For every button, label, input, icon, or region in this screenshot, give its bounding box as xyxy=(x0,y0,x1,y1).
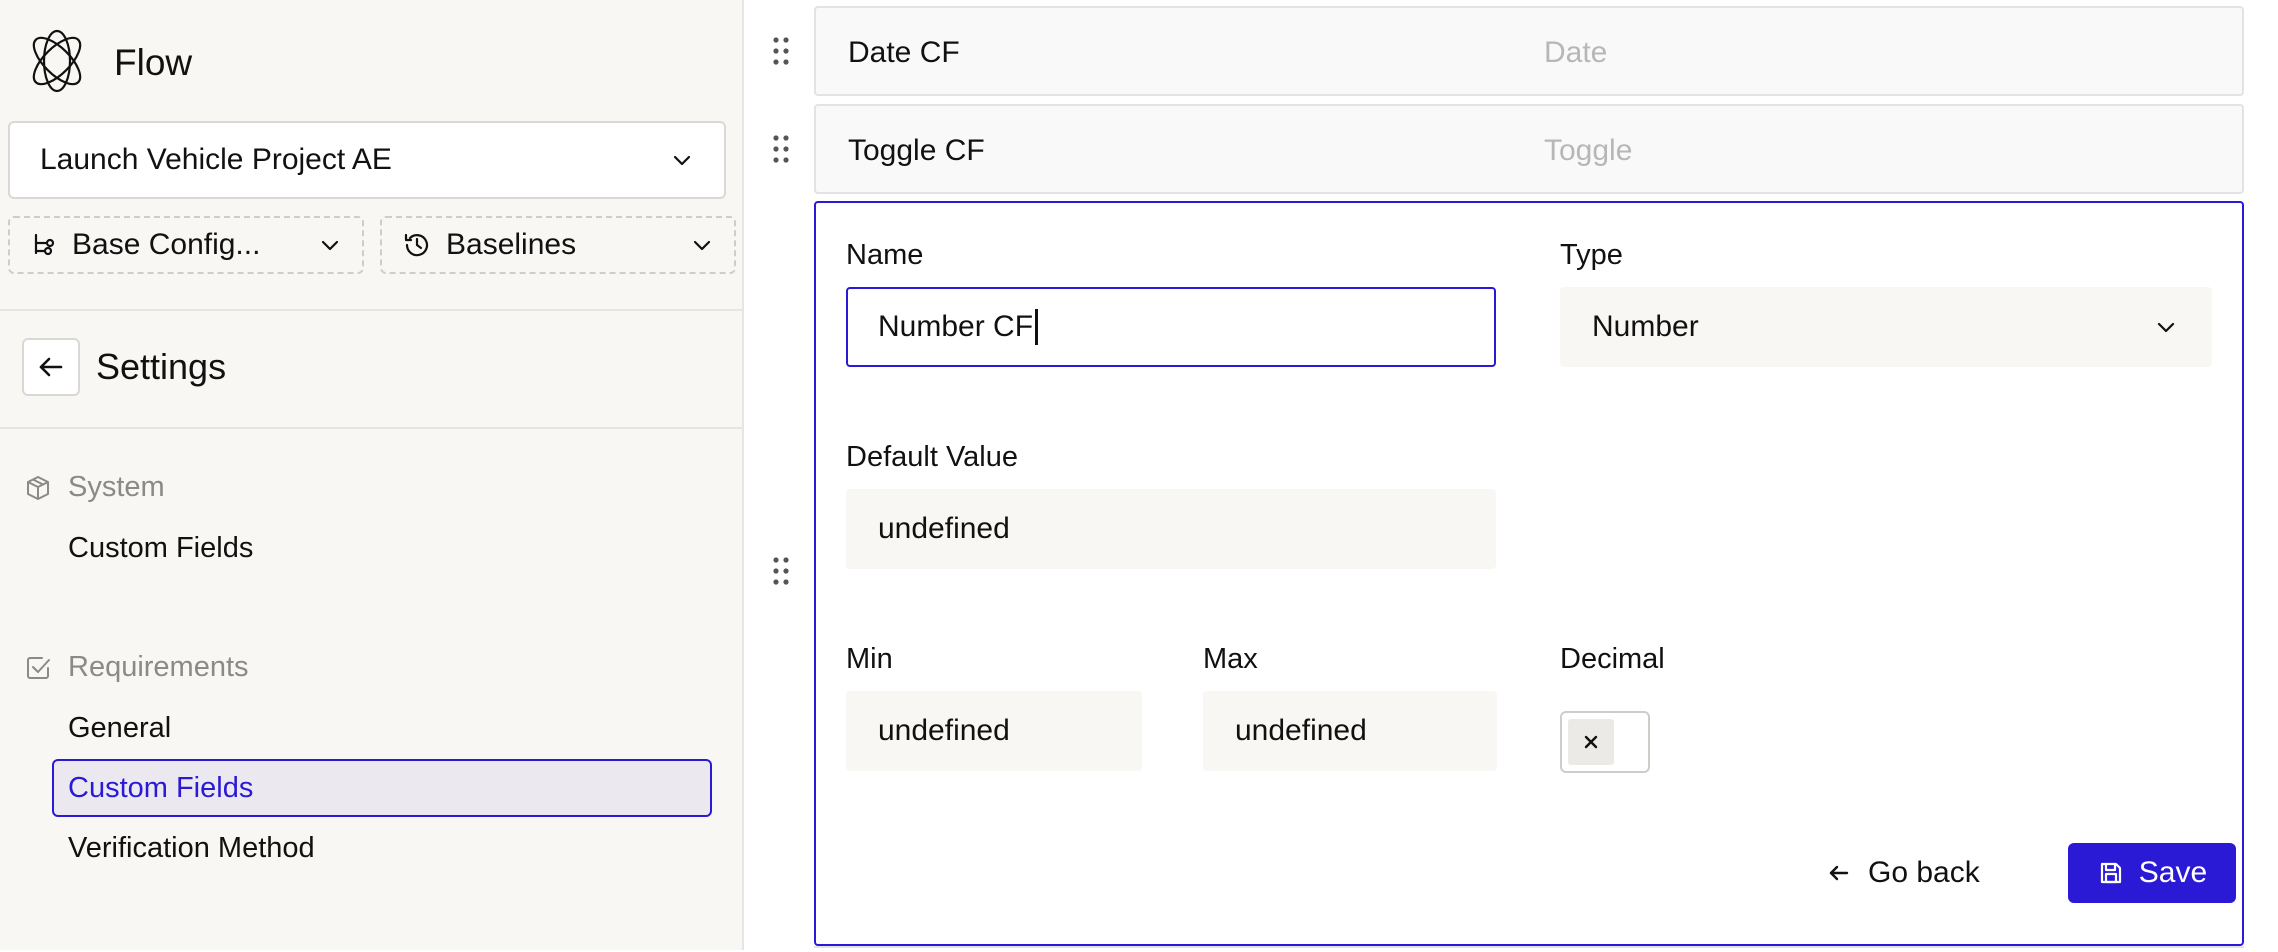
brand[interactable]: Flow xyxy=(24,28,192,98)
chevron-down-icon xyxy=(2154,315,2178,339)
field-name: Date CF xyxy=(848,36,960,69)
baselines-select[interactable]: Baselines xyxy=(380,216,736,274)
type-select-value: Number xyxy=(1592,310,1699,343)
decimal-label: Decimal xyxy=(1560,643,1665,675)
page-title: Settings xyxy=(96,346,227,387)
drag-handle-icon[interactable] xyxy=(772,36,790,66)
arrow-left-icon xyxy=(1826,860,1852,886)
field-type: Toggle xyxy=(1544,134,1633,167)
chevron-down-icon xyxy=(670,148,694,172)
max-input[interactable]: undefined xyxy=(1203,691,1497,771)
project-select-value: Launch Vehicle Project AE xyxy=(40,143,392,176)
history-icon xyxy=(402,230,432,260)
go-back-button[interactable]: Go back xyxy=(1826,843,1980,903)
min-input-value: undefined xyxy=(878,714,1010,747)
min-input[interactable]: undefined xyxy=(846,691,1142,771)
close-icon[interactable] xyxy=(1568,719,1614,765)
sidebar-item-requirements-custom-fields[interactable]: Custom Fields xyxy=(52,759,712,817)
section-requirements: Requirements xyxy=(24,651,249,684)
type-label: Type xyxy=(1560,239,1623,271)
chevron-down-icon xyxy=(318,233,342,257)
sidebar: Flow Launch Vehicle Project AE Base Conf… xyxy=(0,0,744,950)
field-name: Toggle CF xyxy=(848,134,985,167)
config-select[interactable]: Base Config... xyxy=(8,216,364,274)
flow-logo-icon xyxy=(24,28,90,99)
baselines-select-label: Baselines xyxy=(446,228,577,261)
section-system: System xyxy=(24,471,165,504)
config-select-label: Base Config... xyxy=(72,228,261,261)
section-title: Requirements xyxy=(68,651,249,683)
sidebar-item-label: Custom Fields xyxy=(68,531,254,564)
name-input[interactable]: Number CF xyxy=(846,287,1496,367)
default-value-input-value: undefined xyxy=(878,512,1010,545)
arrow-left-icon xyxy=(35,351,67,383)
decimal-toggle[interactable] xyxy=(1560,711,1650,773)
custom-field-row[interactable]: Date CF Date xyxy=(814,6,2244,96)
custom-field-row[interactable]: Toggle CF Toggle xyxy=(814,104,2244,194)
cube-icon xyxy=(24,474,52,502)
sidebar-item-label: Custom Fields xyxy=(68,771,254,804)
checkbox-icon xyxy=(24,654,52,682)
name-input-value: Number CF xyxy=(878,310,1034,343)
section-title: System xyxy=(68,471,165,503)
branch-icon xyxy=(30,231,58,259)
custom-field-editor: Name Number CF Type Number Default Value… xyxy=(814,201,2244,946)
drag-handle-icon[interactable] xyxy=(772,556,790,586)
default-value-input[interactable]: undefined xyxy=(846,489,1496,569)
divider xyxy=(0,309,742,311)
divider xyxy=(0,427,742,429)
sidebar-item-label: General xyxy=(68,711,172,744)
project-select[interactable]: Launch Vehicle Project AE xyxy=(8,121,726,199)
chevron-down-icon xyxy=(690,233,714,257)
go-back-label: Go back xyxy=(1868,856,1980,889)
name-label: Name xyxy=(846,239,924,271)
min-label: Min xyxy=(846,643,893,675)
text-caret xyxy=(1035,309,1039,345)
field-type: Date xyxy=(1544,36,1608,69)
save-icon xyxy=(2097,859,2125,887)
sidebar-item-verification-method[interactable]: Verification Method xyxy=(52,819,712,877)
drag-handle-icon[interactable] xyxy=(772,134,790,164)
back-button[interactable] xyxy=(22,338,80,396)
sidebar-item-system-custom-fields[interactable]: Custom Fields xyxy=(52,519,712,577)
app-name: Flow xyxy=(114,42,193,83)
default-value-label: Default Value xyxy=(846,441,1018,473)
max-label: Max xyxy=(1203,643,1258,675)
sidebar-item-general[interactable]: General xyxy=(52,699,712,757)
next-field-row-edge xyxy=(814,946,2244,952)
save-label: Save xyxy=(2138,856,2208,889)
sidebar-item-label: Verification Method xyxy=(68,831,315,864)
type-select[interactable]: Number xyxy=(1560,287,2212,367)
max-input-value: undefined xyxy=(1235,714,1367,747)
save-button[interactable]: Save xyxy=(2068,843,2236,903)
